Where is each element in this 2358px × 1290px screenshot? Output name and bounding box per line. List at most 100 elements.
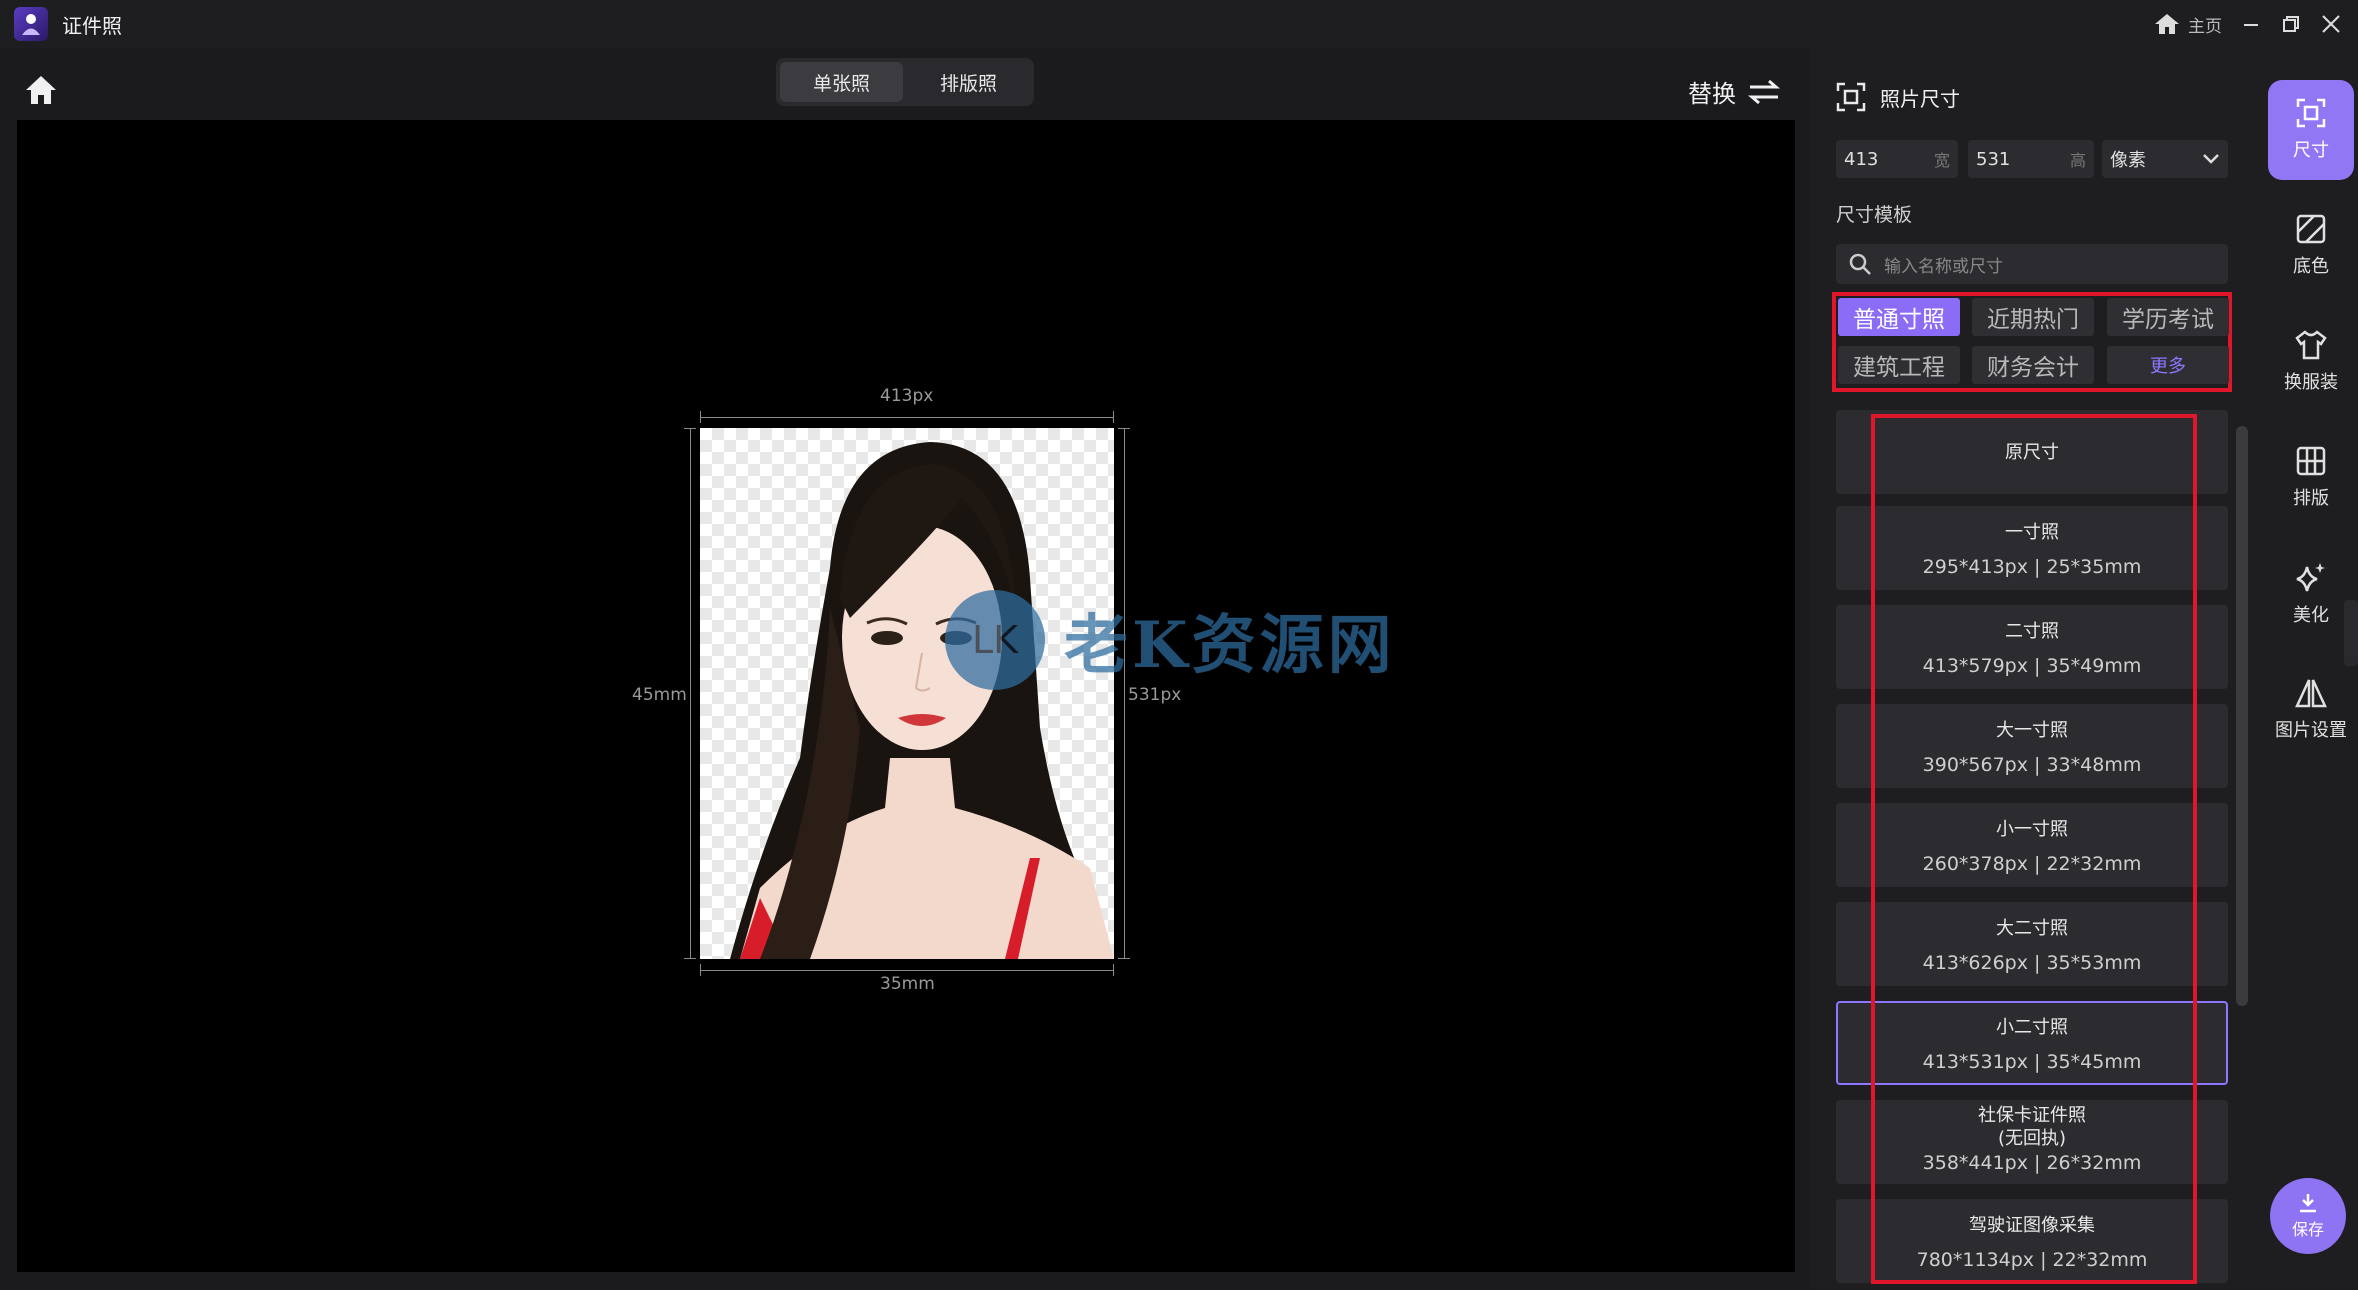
tab-layout-photo[interactable]: 排版照 — [907, 62, 1030, 102]
height-value: 531 — [1976, 148, 2011, 170]
maximize-button[interactable] — [2280, 13, 2302, 35]
rail-item-layout[interactable]: 排版 — [2268, 428, 2354, 528]
watermark-text: 老K资源网 — [1064, 608, 1396, 683]
tag-construction[interactable]: 建筑工程 — [1838, 346, 1960, 384]
size-card-spec: 358*441px | 26*32mm — [1922, 1152, 2142, 1174]
rail-item-beautify[interactable]: 美化 — [2268, 544, 2354, 644]
size-card[interactable]: 大一寸照 390*567px | 33*48mm — [1836, 704, 2228, 788]
size-card-name: 一寸照 — [2005, 522, 2059, 543]
top-dimension-tick — [1113, 411, 1114, 423]
right-dimension-tick — [1118, 428, 1130, 429]
tag-finance-accounting[interactable]: 财务会计 — [1972, 346, 2094, 384]
size-card[interactable]: 社保卡证件照 (无回执) 358*441px | 26*32mm — [1836, 1100, 2228, 1184]
list-scrollbar[interactable] — [2236, 426, 2248, 1006]
width-unit-label: 宽 — [1933, 151, 1950, 170]
size-card[interactable]: 一寸照 295*413px | 25*35mm — [1836, 506, 2228, 590]
watermark-logo-icon: LK — [945, 590, 1045, 690]
crop-frame-icon — [2296, 98, 2326, 128]
rail-item-label: 换服装 — [2284, 372, 2338, 393]
tab-single-photo[interactable]: 单张照 — [780, 62, 903, 102]
save-label: 保存 — [2291, 1220, 2324, 1239]
size-card-name: 大二寸照 — [1996, 918, 2068, 939]
height-unit-label: 高 — [2069, 151, 2086, 170]
close-button[interactable] — [2320, 13, 2342, 35]
template-section-label: 尺寸模板 — [1836, 204, 1913, 226]
minimize-button[interactable] — [2240, 13, 2262, 35]
home-link[interactable]: 主页 — [2154, 12, 2222, 37]
size-card-spec: 295*413px | 25*35mm — [1922, 556, 2142, 578]
background-color-icon — [2296, 214, 2326, 244]
size-card-name: 社保卡证件照 (无回执) — [1978, 1105, 2086, 1149]
mode-switch: 单张照 排版照 — [776, 58, 1034, 106]
home-button[interactable] — [24, 74, 58, 108]
rail-item-background[interactable]: 底色 — [2268, 196, 2354, 296]
replace-button[interactable]: 替换 — [1688, 74, 1780, 109]
app-title: 证件照 — [62, 13, 122, 38]
rail-item-size[interactable]: 尺寸 — [2268, 80, 2354, 180]
home-icon — [2155, 14, 2179, 34]
tag-recent-hot[interactable]: 近期热门 — [1972, 298, 2094, 336]
panel-title: 照片尺寸 — [1836, 82, 1960, 112]
save-button[interactable]: 保存 — [2270, 1178, 2346, 1254]
left-dimension-tick — [684, 428, 696, 429]
size-card-spec: 413*626px | 35*53mm — [1922, 952, 2142, 974]
swap-icon — [1748, 79, 1780, 104]
tag-education-exam[interactable]: 学历考试 — [2107, 298, 2229, 336]
tag-common-size[interactable]: 普通寸照 — [1838, 298, 1960, 336]
app-logo-icon — [14, 7, 48, 41]
rail-collapse-handle[interactable] — [2344, 600, 2358, 666]
size-card-spec: 413*531px | 35*45mm — [1922, 1051, 2142, 1073]
left-dimension-label: 45mm — [632, 685, 687, 705]
size-card-name: 驾驶证图像采集 — [1969, 1215, 2095, 1236]
search-icon — [1849, 253, 1871, 275]
size-card-selected[interactable]: 小二寸照 413*531px | 35*45mm — [1836, 1001, 2228, 1085]
size-card-name: 原尺寸 — [2005, 442, 2059, 463]
rail-item-image-settings[interactable]: 图片设置 — [2268, 660, 2354, 760]
size-card-name: 小二寸照 — [1996, 1017, 2068, 1038]
size-card[interactable]: 二寸照 413*579px | 35*49mm — [1836, 605, 2228, 689]
size-card[interactable]: 原尺寸 — [1836, 410, 2228, 494]
template-search[interactable]: 输入名称或尺寸 — [1836, 244, 2228, 284]
size-card-spec: 390*567px | 33*48mm — [1922, 754, 2142, 776]
tag-more[interactable]: 更多 — [2107, 346, 2229, 384]
svg-text:LK: LK — [972, 618, 1019, 662]
rail-item-clothes[interactable]: 换服装 — [2268, 312, 2354, 412]
home-icon — [26, 76, 56, 104]
watermark: LK 老K资源网 — [940, 585, 1396, 695]
left-dimension-line — [690, 428, 691, 959]
sparkle-icon — [2296, 563, 2325, 592]
size-card[interactable]: 驾驶证图像采集 780*1134px | 22*32mm — [1836, 1199, 2228, 1283]
grid-icon — [2296, 446, 2326, 476]
rail-item-label: 排版 — [2293, 488, 2329, 509]
crop-frame-icon — [1836, 82, 1866, 112]
size-card-spec: 780*1134px | 22*32mm — [1916, 1249, 2148, 1271]
bottom-dimension-tick — [1113, 964, 1114, 976]
download-icon — [2300, 1194, 2316, 1213]
height-input[interactable]: 531 高 — [1968, 140, 2094, 178]
width-input[interactable]: 413 宽 — [1836, 140, 1958, 178]
width-value: 413 — [1844, 148, 1879, 170]
bottom-dimension-tick — [700, 964, 701, 976]
search-placeholder: 输入名称或尺寸 — [1884, 256, 2003, 277]
size-card[interactable]: 小一寸照 260*378px | 22*32mm — [1836, 803, 2228, 887]
bottom-dimension-label: 35mm — [880, 974, 935, 994]
rail-item-label: 底色 — [2293, 256, 2329, 277]
rail-item-label: 图片设置 — [2275, 720, 2347, 741]
category-tags: 普通寸照 近期热门 学历考试 建筑工程 财务会计 更多 — [1832, 292, 2232, 392]
minimize-icon — [2244, 24, 2258, 26]
close-icon — [2322, 15, 2340, 33]
rail-item-label: 美化 — [2293, 605, 2329, 626]
replace-label: 替换 — [1688, 80, 1736, 108]
panel-title-text: 照片尺寸 — [1880, 86, 1960, 111]
right-dimension-tick — [1118, 958, 1130, 959]
rail-item-label: 尺寸 — [2293, 140, 2329, 161]
size-template-list: 原尺寸 一寸照 295*413px | 25*35mm 二寸照 413*579p… — [1836, 410, 2228, 1290]
size-card[interactable]: 大二寸照 413*626px | 35*53mm — [1836, 902, 2228, 986]
unit-select-value: 像素 — [2110, 150, 2146, 171]
size-card-spec: 413*579px | 35*49mm — [1922, 655, 2142, 677]
size-panel: 照片尺寸 413 宽 531 高 像素 尺寸模板 输入名称或尺寸 普通寸照 近期… — [1810, 48, 2256, 1289]
size-card-name: 大一寸照 — [1996, 720, 2068, 741]
unit-select[interactable]: 像素 — [2102, 140, 2228, 178]
size-card-spec: 260*378px | 22*32mm — [1922, 853, 2142, 875]
mirror-icon — [2295, 679, 2327, 708]
